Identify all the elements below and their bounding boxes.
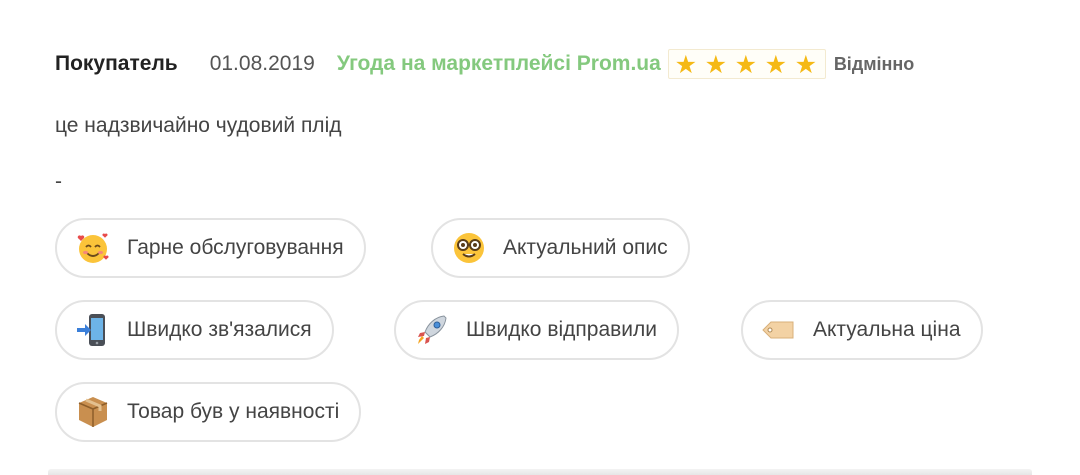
tag-quick-contact[interactable]: Швидко зв'язалися bbox=[55, 300, 334, 360]
review-extra: - bbox=[55, 170, 62, 193]
star-icon: ★ bbox=[794, 49, 818, 79]
price-tag-icon bbox=[759, 310, 799, 350]
tag-label: Товар був у наявності bbox=[127, 400, 340, 423]
tag-label: Актуальний опис bbox=[503, 236, 668, 259]
tag-label: Швидко відправили bbox=[466, 318, 657, 341]
review-date: 01.08.2019 bbox=[209, 52, 315, 75]
tag-actual-description[interactable]: Актуальний опис bbox=[431, 218, 690, 278]
star-rating: ★ ★ ★ ★ ★ bbox=[667, 49, 826, 79]
package-icon bbox=[73, 392, 113, 432]
rocket-icon bbox=[412, 310, 452, 350]
tag-good-service[interactable]: Гарне обслуговування bbox=[55, 218, 366, 278]
smiling-face-with-hearts-icon bbox=[73, 228, 113, 268]
tag-label: Актуальна ціна bbox=[813, 318, 961, 341]
star-icon: ★ bbox=[734, 49, 758, 79]
tag-quick-shipping[interactable]: Швидко відправили bbox=[394, 300, 679, 360]
tag-in-stock[interactable]: Товар був у наявності bbox=[55, 382, 362, 442]
review-author: Покупатель bbox=[55, 52, 178, 75]
tag-label: Швидко зв'язалися bbox=[127, 318, 312, 341]
tag-label: Гарне обслуговування bbox=[127, 236, 344, 259]
nerd-face-icon bbox=[449, 228, 489, 268]
review-header: Покупатель 01.08.2019 Угода на маркетпле… bbox=[55, 46, 914, 82]
mobile-phone-arrow-icon bbox=[73, 310, 113, 350]
star-icon: ★ bbox=[704, 49, 728, 79]
rating-label: Відмінно bbox=[833, 53, 915, 74]
star-icon: ★ bbox=[674, 49, 698, 79]
tag-actual-price[interactable]: Актуальна ціна bbox=[741, 300, 983, 360]
review-comment: це надзвичайно чудовий плід bbox=[55, 114, 342, 137]
card-divider bbox=[48, 469, 1032, 475]
marketplace-deal-label: Угода на маркетплейсі Prom.ua bbox=[336, 52, 661, 75]
star-icon: ★ bbox=[764, 49, 788, 79]
